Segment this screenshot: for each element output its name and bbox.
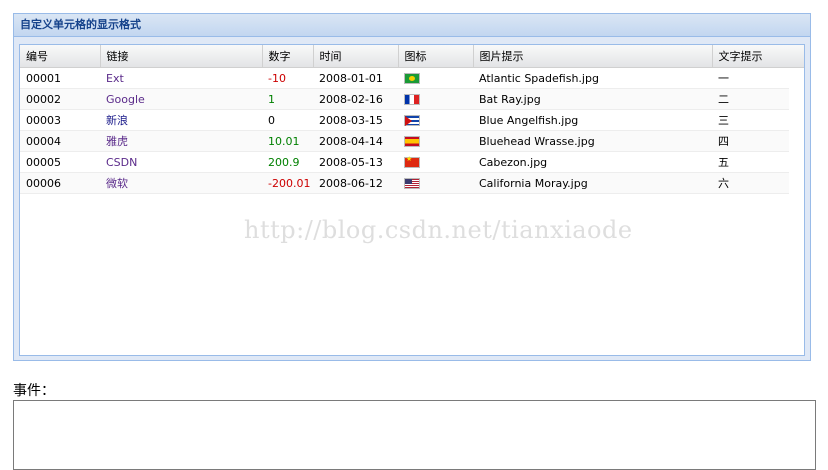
cell-number: 200.9 — [262, 151, 313, 173]
cell-date: 2008-06-12 — [313, 172, 398, 194]
cell-icon — [398, 109, 473, 131]
cell-id: 00006 — [20, 172, 100, 194]
cell-link[interactable]: 雅虎 — [100, 130, 262, 152]
usa-flag-icon — [404, 178, 420, 189]
cell-number: -200.01 — [262, 172, 313, 194]
grid-panel: 自定义单元格的显示格式 编号 链接 数字 时间 图标 图片提示 文字提示 000… — [13, 13, 811, 361]
cell-link[interactable]: 微软 — [100, 172, 262, 194]
cell-link[interactable]: 新浪 — [100, 109, 262, 131]
column-header-time[interactable]: 时间 — [313, 45, 399, 68]
cell-image-tip: Atlantic Spadefish.jpg — [473, 67, 712, 89]
cell-link[interactable]: Google — [100, 88, 262, 110]
cell-link[interactable]: Ext — [100, 67, 262, 89]
table-row[interactable]: 00006 微软 -200.01 2008-06-12 California M… — [20, 172, 789, 194]
event-label: 事件： — [13, 383, 55, 399]
cell-date: 2008-04-14 — [313, 130, 398, 152]
cell-number: 10.01 — [262, 130, 313, 152]
cell-date: 2008-01-01 — [313, 67, 398, 89]
table-row[interactable]: 00001 Ext -10 2008-01-01 Atlantic Spadef… — [20, 67, 789, 89]
cell-id: 00002 — [20, 88, 100, 110]
cell-icon — [398, 151, 473, 173]
cell-icon — [398, 130, 473, 152]
cell-image-tip: Bat Ray.jpg — [473, 88, 712, 110]
cell-image-tip: California Moray.jpg — [473, 172, 712, 194]
column-header-image-tip[interactable]: 图片提示 — [473, 45, 713, 68]
data-grid: 编号 链接 数字 时间 图标 图片提示 文字提示 00001 Ext -10 2… — [19, 44, 805, 356]
column-header-icon[interactable]: 图标 — [398, 45, 474, 68]
panel-title: 自定义单元格的显示格式 — [14, 14, 810, 37]
table-row[interactable]: 00004 雅虎 10.01 2008-04-14 Bluehead Wrass… — [20, 130, 789, 152]
cuba-flag-icon — [404, 115, 420, 126]
cell-text-tip: 二 — [712, 88, 789, 110]
cell-icon — [398, 88, 473, 110]
cell-text-tip: 六 — [712, 172, 789, 194]
event-log-textarea[interactable] — [13, 400, 816, 470]
cell-image-tip: Blue Angelfish.jpg — [473, 109, 712, 131]
cell-number: -10 — [262, 67, 313, 89]
cell-number: 0 — [262, 109, 313, 131]
cell-date: 2008-03-15 — [313, 109, 398, 131]
cell-number: 1 — [262, 88, 313, 110]
cell-date: 2008-05-13 — [313, 151, 398, 173]
cell-image-tip: Cabezon.jpg — [473, 151, 712, 173]
cell-id: 00005 — [20, 151, 100, 173]
table-row[interactable]: 00005 CSDN 200.9 2008-05-13 Cabezon.jpg … — [20, 151, 789, 173]
column-header-link[interactable]: 链接 — [100, 45, 263, 68]
watermark: http://blog.csdn.net/tianxiaode — [244, 216, 633, 244]
cell-id: 00003 — [20, 109, 100, 131]
cell-text-tip: 五 — [712, 151, 789, 173]
cell-id: 00004 — [20, 130, 100, 152]
grid-header-row: 编号 链接 数字 时间 图标 图片提示 文字提示 — [20, 45, 790, 68]
cell-icon — [398, 67, 473, 89]
table-row[interactable]: 00003 新浪 0 2008-03-15 Blue Angelfish.jpg… — [20, 109, 789, 131]
france-flag-icon — [404, 94, 420, 105]
cell-link[interactable]: CSDN — [100, 151, 262, 173]
column-header-text-tip[interactable]: 文字提示 — [712, 45, 790, 68]
table-row[interactable]: 00002 Google 1 2008-02-16 Bat Ray.jpg 二 — [20, 88, 789, 110]
cell-image-tip: Bluehead Wrasse.jpg — [473, 130, 712, 152]
cell-text-tip: 一 — [712, 67, 789, 89]
column-header-number[interactable]: 数字 — [262, 45, 314, 68]
cell-date: 2008-02-16 — [313, 88, 398, 110]
cell-id: 00001 — [20, 67, 100, 89]
cell-text-tip: 四 — [712, 130, 789, 152]
column-header-id[interactable]: 编号 — [20, 45, 101, 68]
china-flag-icon — [404, 155, 420, 168]
spain-flag-icon — [404, 136, 420, 147]
cell-text-tip: 三 — [712, 109, 789, 131]
brazil-flag-icon — [404, 73, 420, 84]
cell-icon — [398, 172, 473, 194]
grid-header-filler — [789, 45, 804, 68]
